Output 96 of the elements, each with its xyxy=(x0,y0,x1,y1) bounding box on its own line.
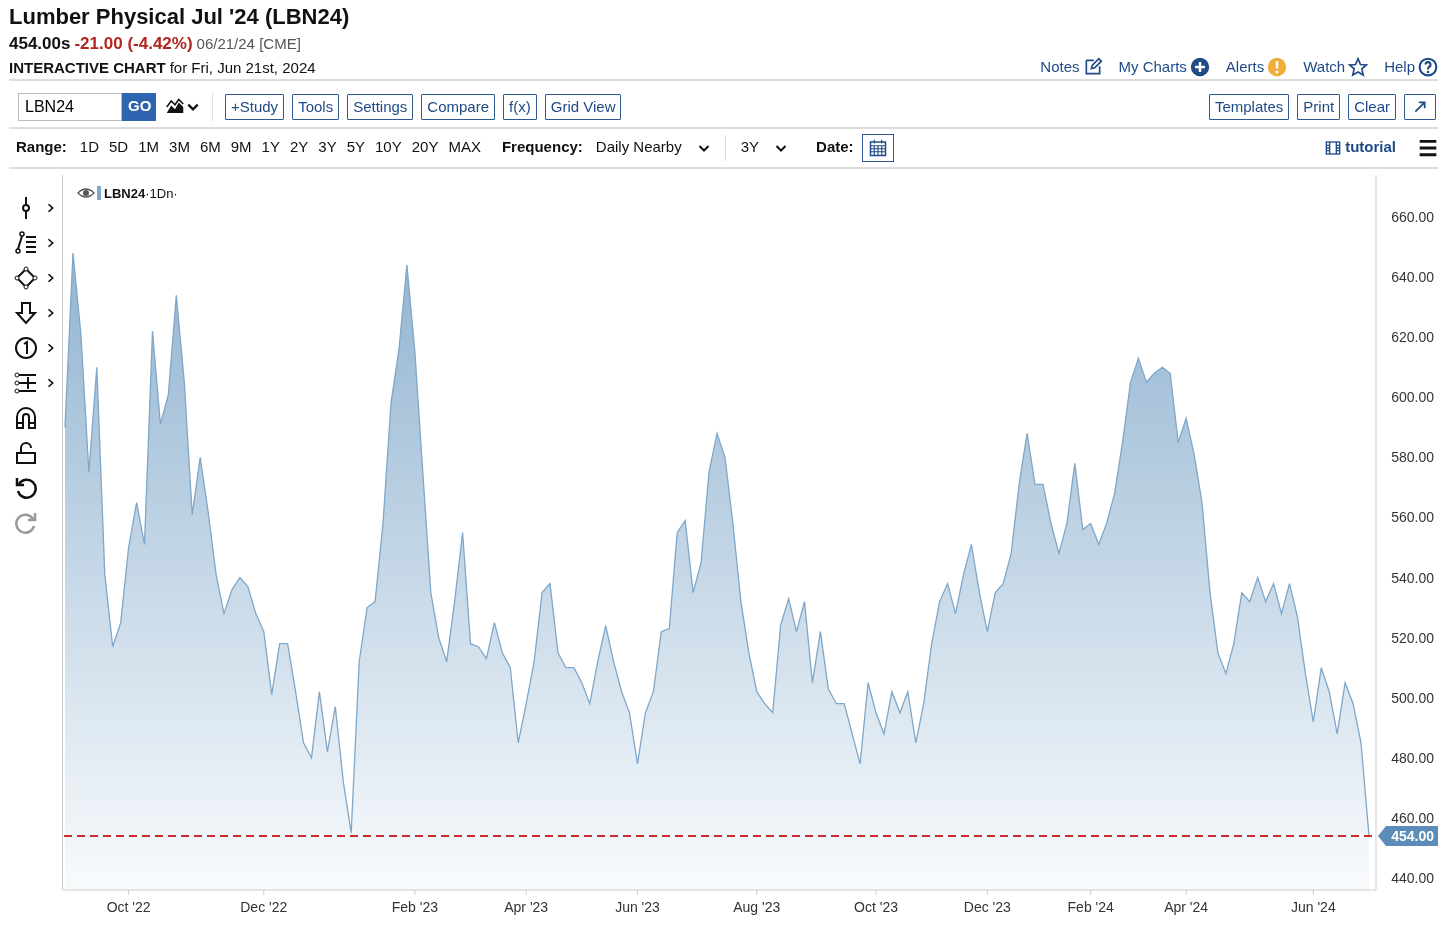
x-axis-label: Apr '24 xyxy=(1164,898,1209,915)
y-axis-label: 660.00 xyxy=(1391,208,1434,225)
range-option[interactable]: 2Y xyxy=(284,136,314,159)
toolbar-button[interactable]: f(x) xyxy=(503,93,537,120)
chevron-icon xyxy=(46,273,56,283)
eye-icon xyxy=(77,187,95,198)
y-axis-label: 600.00 xyxy=(1391,388,1434,405)
tutorial-link[interactable]: tutorial xyxy=(1319,135,1402,160)
x-axis-label: Jun '23 xyxy=(615,898,660,915)
x-axis-label: Feb '23 xyxy=(391,898,438,915)
chevron-icon xyxy=(46,343,56,353)
toolbar-button[interactable]: Compare xyxy=(421,93,496,120)
magnet-icon xyxy=(14,406,38,430)
toolbar-button[interactable]: Print xyxy=(1297,93,1341,120)
y-axis-label: 440.00 xyxy=(1391,869,1434,886)
y-axis-label: 500.00 xyxy=(1391,689,1434,706)
range-option[interactable]: 1M xyxy=(133,136,165,159)
x-axis-label: Feb '24 xyxy=(1067,898,1114,915)
calendar-button[interactable] xyxy=(861,133,894,162)
ref-line-label: 454.00 xyxy=(1391,827,1435,844)
expand-button[interactable] xyxy=(1404,93,1436,120)
frequency-dropdown[interactable]: Daily Nearby xyxy=(590,136,715,159)
header-link[interactable]: Notes xyxy=(1040,56,1103,79)
range-option[interactable]: 5D xyxy=(104,136,134,159)
trendline-icon xyxy=(14,231,38,255)
quote-date: 06/21/24 [CME] xyxy=(196,34,301,54)
x-axis-label: Oct '22 xyxy=(106,898,151,915)
y-axis-label: 620.00 xyxy=(1391,328,1434,345)
undo-icon xyxy=(14,476,38,500)
chevron-icon xyxy=(46,238,56,248)
chart-heading: INTERACTIVE CHART xyxy=(9,57,166,78)
series-swatch xyxy=(97,185,101,200)
range-option[interactable]: 1Y xyxy=(256,136,285,159)
toolbar-button[interactable]: +Study xyxy=(225,93,285,120)
range-option[interactable]: 1D xyxy=(74,136,105,159)
shape-icon xyxy=(14,266,38,290)
expand-icon xyxy=(1413,99,1427,114)
toolbar-button[interactable]: Grid View xyxy=(544,93,622,120)
x-axis-label: Jun '24 xyxy=(1291,898,1336,915)
y-axis-label: 640.00 xyxy=(1391,268,1434,285)
range-option[interactable]: 6M xyxy=(194,136,226,159)
area-chart-icon xyxy=(164,97,186,116)
down-arrow-icon xyxy=(14,301,38,325)
symbol-field[interactable]: LBN24 xyxy=(18,92,122,121)
x-axis-label: Apr '23 xyxy=(504,898,549,915)
range-option[interactable]: MAX xyxy=(443,136,486,159)
range-option[interactable]: 9M xyxy=(225,136,257,159)
unlocked-padlock-icon xyxy=(14,441,38,465)
last-price: 454.00s xyxy=(9,33,71,55)
range-label: Range: xyxy=(16,137,67,158)
calendar-icon xyxy=(868,138,887,157)
chevron-icon xyxy=(46,203,56,213)
page-title: Lumber Physical Jul '24 (LBN24) xyxy=(9,3,351,31)
series-legend: LBN24·1Dn· xyxy=(104,185,178,201)
toolbar-button[interactable]: Clear xyxy=(1348,93,1396,120)
frequency-label: Frequency: xyxy=(501,137,583,158)
fibonacci-icon xyxy=(14,371,38,395)
chart-type-button[interactable] xyxy=(164,97,200,116)
y-axis-label: 480.00 xyxy=(1391,749,1434,766)
go-button[interactable]: GO xyxy=(122,92,156,121)
range-option[interactable]: 10Y xyxy=(370,136,407,159)
plus-circle-icon xyxy=(1189,57,1210,78)
header-link[interactable]: Watch xyxy=(1303,56,1369,79)
star-icon xyxy=(1348,57,1369,78)
header-link[interactable]: Help xyxy=(1384,56,1438,79)
chevron-icon xyxy=(46,378,56,388)
range-option[interactable]: 5Y xyxy=(341,136,371,159)
help-icon xyxy=(1418,57,1438,78)
toolbar-button[interactable]: Settings xyxy=(347,93,414,120)
header-link[interactable]: My Charts xyxy=(1118,56,1210,79)
redo-icon xyxy=(14,511,38,535)
price-tag: 454.00 xyxy=(1378,825,1438,846)
exclamation-circle-icon xyxy=(1267,57,1288,78)
x-axis-label: Aug '23 xyxy=(733,898,781,915)
date-label: Date: xyxy=(816,137,854,158)
range-option[interactable]: 20Y xyxy=(406,136,444,159)
range-option[interactable]: 3M xyxy=(164,136,195,159)
toolbar-button[interactable]: Templates xyxy=(1208,93,1290,120)
x-axis-label: Oct '23 xyxy=(854,898,898,915)
chevron-icon xyxy=(46,308,56,318)
price-change: -21.00 (-4.42%) xyxy=(74,33,193,55)
x-axis-label: Dec '22 xyxy=(240,898,288,915)
header-link[interactable]: Alerts xyxy=(1225,56,1288,79)
period-dropdown[interactable]: 3Y xyxy=(735,136,793,159)
film-icon xyxy=(1325,139,1342,156)
range-option[interactable]: 3Y xyxy=(313,136,342,159)
x-axis-label: Dec '23 xyxy=(963,898,1011,915)
y-axis-label: 560.00 xyxy=(1391,509,1434,525)
numbered-circle-icon xyxy=(14,336,38,360)
menu-icon xyxy=(1418,138,1438,159)
toolbar-button[interactable]: Tools xyxy=(292,93,340,120)
y-axis-label: 580.00 xyxy=(1391,448,1434,465)
y-axis-label: 460.00 xyxy=(1391,809,1434,826)
y-axis-label: 520.00 xyxy=(1391,629,1434,646)
chart-date: for Fri, Jun 21st, 2024 xyxy=(169,57,316,78)
y-axis-label: 540.00 xyxy=(1391,569,1434,586)
